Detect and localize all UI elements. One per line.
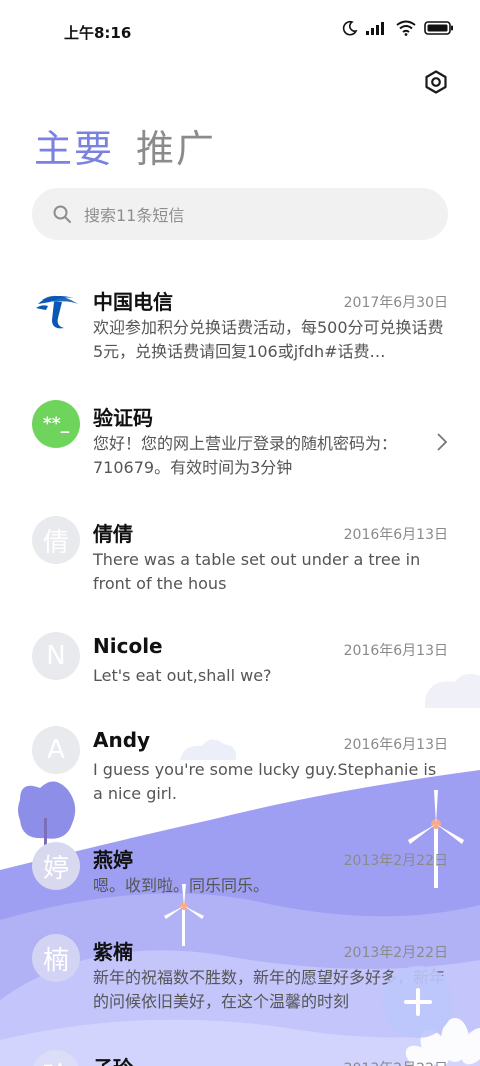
conversation-date: 2016年6月13日 [343, 643, 448, 659]
conversation-date: 2016年6月13日 [343, 737, 448, 753]
conversation-preview: 嗯。收到啦。同乐同乐。 [93, 876, 270, 895]
compose-button[interactable] [382, 966, 454, 1038]
conversation-item[interactable]: 婷 燕婷 2013年2月22日 嗯。收到啦。同乐同乐。 [0, 834, 480, 914]
battery-icon [424, 21, 453, 35]
conversation-preview: Let's eat out,shall we? [93, 666, 272, 685]
tab-promotions[interactable]: 推广 [136, 118, 216, 173]
moon-icon [342, 20, 358, 36]
conversation-date: 2016年6月13日 [343, 527, 448, 543]
conversation-sender: 倩倩 [93, 522, 133, 546]
avatar: A [32, 726, 80, 774]
tab-primary[interactable]: 主要 [34, 118, 114, 173]
conversation-sender: Nicole [93, 634, 163, 658]
conversation-sender: 验证码 [93, 406, 153, 430]
conversation-sender: 子玲 [93, 1052, 133, 1066]
settings-gear-icon[interactable] [424, 70, 448, 94]
conversation-preview: I guess you're some lucky guy.Stephanie … [93, 760, 437, 803]
conversation-date: 2017年6月30日 [343, 295, 448, 311]
conversation-date: 2013年2月22日 [343, 853, 448, 869]
avatar: 倩 [32, 516, 80, 564]
telecom-logo-icon [36, 295, 78, 329]
signal-icon [366, 22, 384, 35]
avatar: 婷 [32, 842, 80, 890]
tab-bar: 主要 推广 [34, 118, 216, 173]
conversation-item[interactable]: 玲 子玲 2013年2月22日 [0, 1042, 480, 1066]
conversation-preview: 欢迎参加积分兑换话费活动，每500分可兑换话费5元，兑换话费请回复106或jfd… [93, 318, 444, 361]
status-icons [342, 20, 454, 36]
avatar-text: **_ [42, 414, 70, 434]
search-bar[interactable]: 搜索11条短信 [32, 188, 448, 240]
conversation-item[interactable]: 倩 倩倩 2016年6月13日 There was a table set ou… [0, 508, 480, 608]
conversation-sender: 燕婷 [93, 848, 133, 872]
chevron-right-icon[interactable] [436, 432, 448, 452]
verification-avatar: **_ [32, 400, 80, 448]
conversation-preview: 您好！您的网上营业厅登录的随机密码为：710679。有效时间为3分钟 [93, 434, 398, 477]
avatar: 玲 [32, 1050, 80, 1066]
avatar: N [32, 632, 80, 680]
conversation-item[interactable]: 中国电信 2017年6月30日 欢迎参加积分兑换话费活动，每500分可兑换话费5… [0, 276, 480, 376]
conversation-sender: Andy [93, 728, 151, 752]
status-bar: 上午8:16 [0, 0, 480, 62]
search-placeholder: 搜索11条短信 [84, 206, 185, 225]
conversation-date: 2013年2月22日 [344, 1058, 448, 1066]
conversation-sender: 中国电信 [93, 290, 173, 314]
conversation-preview: There was a table set out under a tree i… [93, 550, 421, 593]
conversation-item[interactable]: A Andy 2016年6月13日 I guess you're some lu… [0, 718, 480, 818]
status-time: 上午8:16 [64, 24, 132, 42]
avatar: 楠 [32, 934, 80, 982]
conversation-sender: 紫楠 [93, 940, 133, 964]
conversation-item[interactable]: **_ 验证码 您好！您的网上营业厅登录的随机密码为：710679。有效时间为3… [0, 392, 480, 492]
conversation-date: 2013年2月22日 [343, 945, 448, 961]
conversation-item[interactable]: N Nicole 2016年6月13日 Let's eat out,shall … [0, 624, 480, 704]
plus-icon [404, 988, 432, 1016]
search-icon [53, 205, 71, 223]
wifi-icon [396, 20, 416, 36]
